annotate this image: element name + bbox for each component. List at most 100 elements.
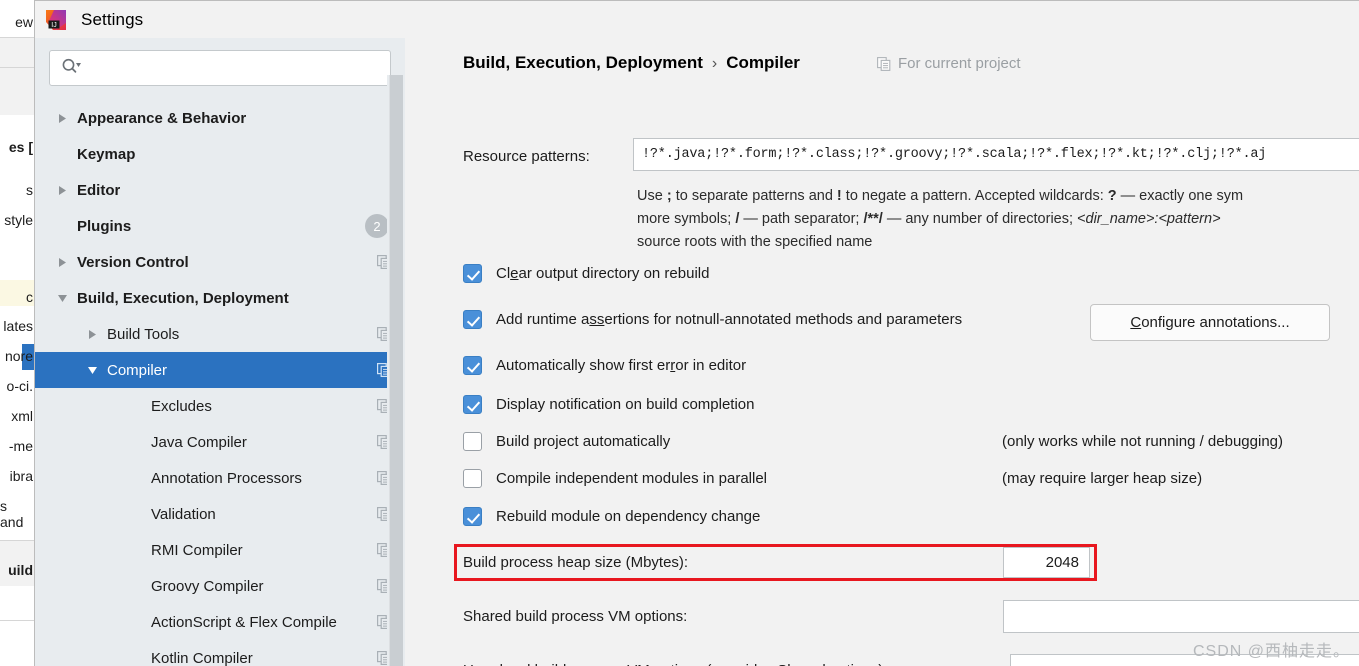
sidebar-item-label: Java Compiler <box>151 433 247 451</box>
search-input[interactable] <box>82 59 390 77</box>
sidebar-item-validation[interactable]: Validation <box>35 496 405 532</box>
chevron-down-icon[interactable] <box>53 280 71 316</box>
chevron-right-icon[interactable] <box>53 100 71 136</box>
sidebar-item-label: ActionScript & Flex Compile <box>151 613 337 631</box>
checkbox-label: Compile independent modules in parallel <box>496 470 767 487</box>
user-local-vm-options-label: User-local build process VM options (ove… <box>463 662 887 666</box>
settings-tree: Appearance & Behavior Keymap Editor Plugins… <box>35 100 405 666</box>
help-l1-b: to separate patterns and <box>671 188 837 204</box>
checkbox-label-pre: Rebuild module on dependency change <box>496 508 761 525</box>
sidebar-item-plugins[interactable]: Plugins 2 <box>35 208 405 244</box>
help-l2-globs: /**/ <box>863 211 883 227</box>
configure-annotations-mnemonic: C <box>1130 314 1142 331</box>
sidebar-item-label: Validation <box>151 505 216 523</box>
sidebar-item-editor[interactable]: Editor <box>35 172 405 208</box>
checkbox-clear-output-directory-on-rebuild[interactable]: Clear output directory on rebuild <box>463 264 709 283</box>
heap-size-label: Build process heap size (Mbytes): <box>463 554 689 571</box>
background-ide-sliver: ew es [s style c lates nore o-ci. xml -me ibra s a… <box>0 0 34 666</box>
search-box[interactable] <box>49 50 391 86</box>
checkbox-compile-independent-modules-in-parallel[interactable]: Compile independent modules in parallel <box>463 469 767 488</box>
checkbox-label: Build project automatically <box>496 433 670 450</box>
checkbox-label-mnemonic: ss <box>589 311 605 328</box>
sidebar-item-version-control[interactable]: Version Control <box>35 244 405 280</box>
checkbox-checked-icon[interactable] <box>463 264 482 283</box>
checkbox-build-project-automatically[interactable]: Build project automatically <box>463 432 670 451</box>
chevron-right-icon[interactable] <box>53 172 71 208</box>
help-l2-b: — path separator; <box>739 211 864 227</box>
sidebar-item-label: Compiler <box>107 361 168 379</box>
sidebar-item-actionscript-flex-compile[interactable]: ActionScript & Flex Compile <box>35 604 405 640</box>
sidebar-item-appearance-behavior[interactable]: Appearance & Behavior <box>35 100 405 136</box>
sidebar-item-label: Version Control <box>77 253 189 271</box>
watermark: CSDN @西柚走走。 <box>1192 643 1350 660</box>
sidebar-item-kotlin-compiler[interactable]: Kotlin Compiler <box>35 640 405 666</box>
resource-patterns-label: Resource patterns: <box>463 148 590 165</box>
sidebar-item-label: Appearance & Behavior <box>77 109 247 127</box>
svg-text:IJ: IJ <box>51 22 56 29</box>
checkbox-label: Automatically show first error in editor <box>496 357 746 374</box>
help-l1-d: — exactly one sym <box>1116 188 1244 204</box>
sidebar-item-build-tools[interactable]: Build Tools <box>35 316 405 352</box>
help-l2-c: — any number of directories; <box>882 211 1078 227</box>
background-text-fragment: s and <box>0 498 24 530</box>
breadcrumb-parent[interactable]: Build, Execution, Deployment <box>463 53 703 73</box>
chevron-right-icon[interactable] <box>53 244 71 280</box>
sidebar-item-rmi-compiler[interactable]: RMI Compiler <box>35 532 405 568</box>
resource-patterns-field[interactable] <box>633 138 1359 171</box>
checkbox-checked-icon[interactable] <box>463 395 482 414</box>
background-text-fragment: es [ <box>8 139 33 155</box>
heap-size-field[interactable] <box>1003 547 1090 578</box>
sidebar-item-compiler[interactable]: Compiler <box>35 352 405 388</box>
checkbox-unchecked-icon[interactable] <box>463 469 482 488</box>
checkbox-unchecked-icon[interactable] <box>463 432 482 451</box>
settings-main-panel: Build, Execution, Deployment › Compiler … <box>405 38 1359 666</box>
checkbox-rebuild-module-on-dependency-change[interactable]: Rebuild module on dependency change <box>463 507 760 526</box>
checkbox-label-post: or in editor <box>675 357 747 374</box>
checkbox-label-post: ertions for notnull-annotated methods an… <box>604 311 963 328</box>
shared-vm-options-input[interactable] <box>1004 601 1359 632</box>
breadcrumb-separator: › <box>711 55 718 72</box>
sidebar-scrollbar-thumb[interactable] <box>389 75 403 666</box>
checkbox-label: Display notification on build completion <box>496 396 754 413</box>
tree-twisty-placeholder <box>53 208 71 244</box>
sidebar-item-label: Keymap <box>77 145 136 163</box>
chevron-down-icon[interactable] <box>83 352 101 388</box>
tree-twisty-placeholder <box>127 604 145 640</box>
configure-annotations-label: onfigure annotations... <box>1141 314 1290 331</box>
checkbox-add-runtime-assertions-for-notnull-annotated-methods-and-parameters[interactable]: Add runtime assertions for notnull-annot… <box>463 310 962 329</box>
help-l2-a: more symbols; <box>637 211 736 227</box>
tree-twisty-placeholder <box>127 640 145 666</box>
checkbox-label-mnemonic: e <box>510 265 519 282</box>
sidebar-item-groovy-compiler[interactable]: Groovy Compiler <box>35 568 405 604</box>
sidebar-item-label: Build Tools <box>107 325 180 343</box>
breadcrumb: Build, Execution, Deployment › Compiler <box>463 53 800 73</box>
heap-size-input[interactable] <box>1004 548 1089 577</box>
checkbox-label-pre: Display notification on build completion <box>496 396 755 413</box>
chevron-right-icon[interactable] <box>83 316 101 352</box>
search-icon <box>61 58 82 79</box>
configure-annotations-button[interactable]: Configure annotations... <box>1090 304 1330 341</box>
checkbox-display-notification-on-build-completion[interactable]: Display notification on build completion <box>463 395 754 414</box>
checkbox-checked-icon[interactable] <box>463 310 482 329</box>
checkbox-checked-icon[interactable] <box>463 356 482 375</box>
sidebar-item-label: Plugins <box>77 217 132 235</box>
tree-twisty-placeholder <box>127 568 145 604</box>
shared-vm-options-field[interactable] <box>1003 600 1359 633</box>
checkbox-label-pre: Automatically show first er <box>496 357 671 374</box>
sidebar-item-annotation-processors[interactable]: Annotation Processors <box>35 460 405 496</box>
sidebar-scrollbar-track[interactable] <box>387 75 405 666</box>
sidebar-item-keymap[interactable]: Keymap <box>35 136 405 172</box>
sidebar-item-excludes[interactable]: Excludes <box>35 388 405 424</box>
help-l1-c: to negate a pattern. Accepted wildcards: <box>841 188 1108 204</box>
resource-patterns-input[interactable] <box>634 139 1359 170</box>
dialog-titlebar: IJ Settings <box>35 1 1359 38</box>
resource-patterns-help: Use ; to separate patterns and ! to nega… <box>637 185 1359 254</box>
sidebar-item-java-compiler[interactable]: Java Compiler <box>35 424 405 460</box>
settings-dialog: IJ Settings Appearance & Behavior Keymap… <box>34 0 1359 666</box>
checkbox-label: Add runtime assertions for notnull-annot… <box>496 311 962 328</box>
shared-vm-options-label: Shared build process VM options: <box>463 608 688 625</box>
sidebar-item-build-execution-deployment[interactable]: Build, Execution, Deployment <box>35 280 405 316</box>
checkbox-automatically-show-first-error-in-editor[interactable]: Automatically show first error in editor <box>463 356 746 375</box>
checkbox-checked-icon[interactable] <box>463 507 482 526</box>
option-note: (only works while not running / debuggin… <box>1002 433 1283 450</box>
